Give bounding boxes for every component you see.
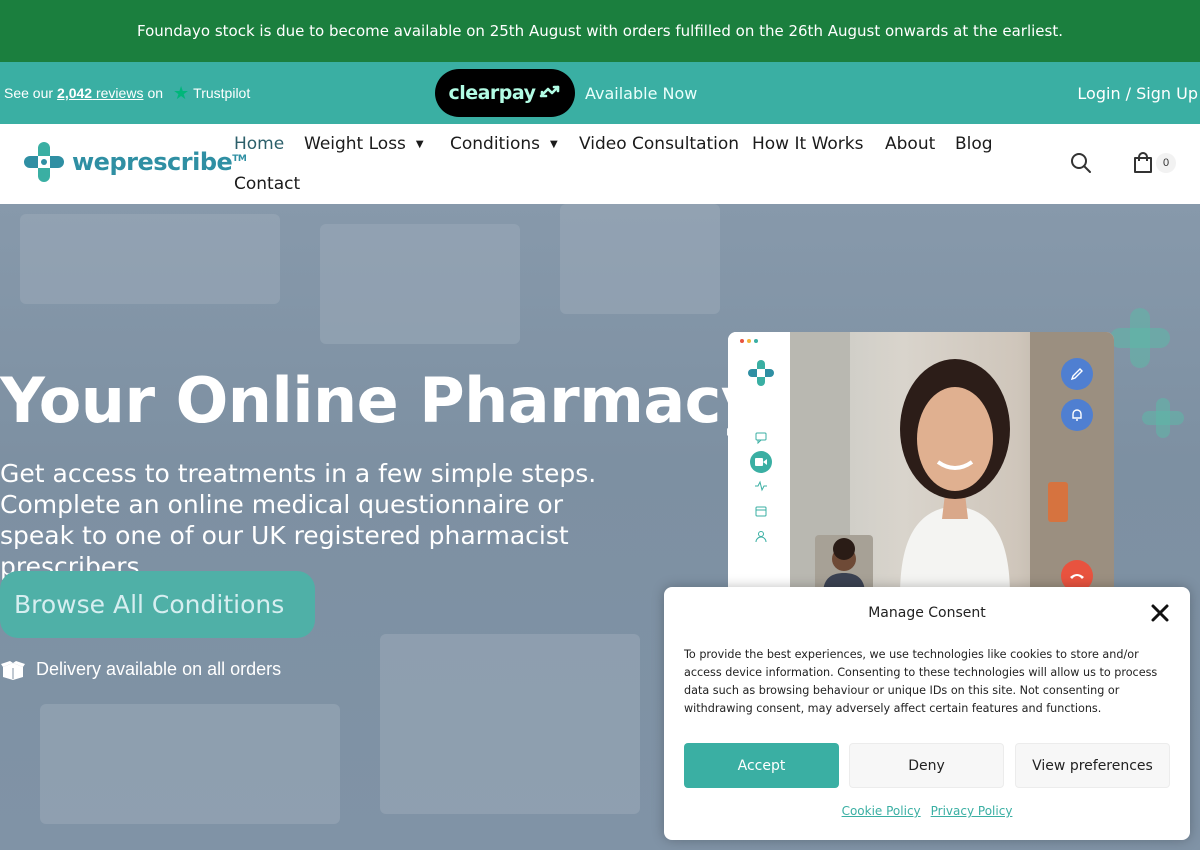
cookie-policy-link[interactable]: Cookie Policy	[842, 804, 921, 818]
announcement-text: Foundayo stock is due to become availabl…	[137, 22, 1063, 40]
cookie-consent-dialog: Manage Consent To provide the best exper…	[664, 587, 1190, 840]
pencil-icon	[1070, 368, 1083, 381]
pharmacist-avatar	[900, 359, 1010, 594]
clearpay-logo[interactable]: clearpay	[435, 69, 575, 117]
privacy-policy-link[interactable]: Privacy Policy	[931, 804, 1013, 818]
consent-description: To provide the best experiences, we use …	[684, 648, 1158, 715]
background-shelf	[40, 704, 340, 824]
deny-button[interactable]: Deny	[849, 743, 1004, 788]
chevron-down-icon: ▼	[415, 138, 424, 150]
user-icon	[755, 531, 767, 542]
decorative-cross-icon	[1142, 398, 1184, 438]
reviews-link[interactable]: 2,042 reviews	[57, 85, 143, 101]
hero-subtitle: Get access to treatments in a few simple…	[0, 459, 597, 581]
box-icon	[1, 660, 25, 680]
browse-conditions-button[interactable]: Browse All Conditions	[0, 571, 315, 638]
search-icon[interactable]	[1070, 152, 1092, 174]
trustpilot-reviews: See our 2,042 reviews on ★ Trustpilot	[4, 62, 250, 124]
nav-weight-loss[interactable]: Weight Loss ▼	[304, 134, 424, 154]
nav-video-consultation[interactable]: Video Consultation	[579, 134, 739, 154]
announcement-bar: Foundayo stock is due to become availabl…	[0, 0, 1200, 62]
notifications-button[interactable]	[1061, 399, 1093, 431]
top-bar: See our 2,042 reviews on ★ Trustpilot cl…	[0, 62, 1200, 124]
accept-button[interactable]: Accept	[684, 743, 839, 788]
phone-hangup-icon	[1070, 574, 1084, 579]
bell-icon	[1072, 409, 1082, 421]
consent-title: Manage Consent	[868, 605, 986, 621]
nav-home[interactable]: Home	[234, 134, 284, 154]
mockup-logo-icon	[748, 360, 774, 386]
cart-icon[interactable]	[1133, 152, 1153, 174]
reviews-prefix: See our	[4, 85, 54, 101]
delivery-info: Delivery available on all orders	[0, 659, 281, 680]
site-header: weprescribeTM Home Weight Loss ▼ Conditio…	[0, 124, 1200, 204]
background-shelf	[320, 224, 520, 344]
nav-contact[interactable]: Contact	[234, 174, 300, 194]
nav-about[interactable]: About	[885, 134, 935, 154]
mockup-sidebar	[728, 332, 790, 594]
chat-icon	[755, 432, 767, 444]
view-preferences-button[interactable]: View preferences	[1015, 743, 1170, 788]
background-shelf	[20, 214, 280, 304]
clearpay-wordmark: clearpay	[448, 82, 536, 104]
calendar-icon	[755, 506, 767, 517]
medical-cross-logo-icon	[24, 142, 64, 182]
close-icon[interactable]	[1148, 601, 1172, 625]
nav-conditions[interactable]: Conditions ▼	[450, 134, 558, 154]
chevron-down-icon: ▼	[549, 138, 558, 150]
edit-button[interactable]	[1061, 358, 1093, 390]
patient-video-thumbnail	[815, 535, 873, 594]
background-shelf	[560, 204, 720, 314]
window-dots	[740, 339, 758, 343]
logo-wordmark: weprescribeTM	[72, 148, 247, 176]
pharmacist-video-feed	[790, 332, 1114, 594]
clearpay-available-text: Available Now	[585, 83, 698, 103]
reviews-suffix: on	[147, 85, 164, 101]
nav-blog[interactable]: Blog	[955, 134, 993, 154]
trustpilot-logo-text: Trustpilot	[193, 85, 251, 101]
trustpilot-star-icon: ★	[173, 82, 190, 103]
video-icon	[750, 451, 772, 473]
activity-icon	[755, 480, 767, 492]
clearpay-arrows-icon	[539, 85, 559, 98]
consent-policy-links: Cookie Policy Privacy Policy	[664, 804, 1190, 818]
cart-count-badge: 0	[1156, 153, 1176, 173]
nav-how-it-works[interactable]: How It Works	[752, 134, 863, 154]
site-logo[interactable]: weprescribeTM	[24, 141, 247, 183]
hero-title: Your Online Pharmacy	[0, 364, 761, 437]
login-signup-link[interactable]: Login / Sign Up	[1077, 62, 1198, 124]
delivery-text: Delivery available on all orders	[36, 659, 282, 679]
background-shelf	[380, 634, 640, 814]
video-consultation-mockup	[728, 332, 1114, 594]
decorative-cross-icon	[1110, 308, 1170, 368]
